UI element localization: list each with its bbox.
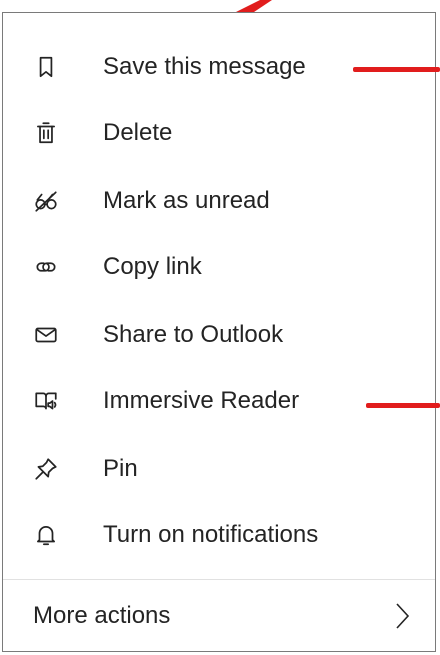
more-actions-label: More actions [33,602,171,629]
glasses-unread-icon [31,186,61,216]
menu-item-immersive-reader[interactable]: Immersive Reader [3,369,435,433]
menu-item-delete[interactable]: Delete [3,101,435,165]
menu-item-label: Immersive Reader [103,387,300,414]
context-menu: Save this message Delete Mark as unread … [2,12,436,652]
menu-item-label: Copy link [103,253,202,280]
trash-icon [31,118,61,148]
bell-icon [31,520,61,550]
menu-item-label: Turn on notifications [103,521,319,548]
menu-item-label: Save this message [103,53,306,80]
menu-item-label: Mark as unread [103,187,270,214]
more-actions-button[interactable]: More actions [3,580,435,652]
menu-item-label: Share to Outlook [103,321,284,348]
menu-item-turn-on-notifications[interactable]: Turn on notifications [3,503,435,567]
pin-icon [31,454,61,484]
immersive-reader-icon [31,386,61,416]
chevron-right-icon [391,601,413,631]
mail-icon [31,320,61,350]
annotation-line-save [353,67,440,72]
menu-item-pin[interactable]: Pin [3,437,435,501]
menu-item-share-outlook[interactable]: Share to Outlook [3,303,435,367]
menu-item-label: Delete [103,119,173,146]
menu-item-mark-unread[interactable]: Mark as unread [3,169,435,233]
annotation-line-immersive-reader [366,403,440,408]
bookmark-icon [31,52,61,82]
link-icon [31,252,61,282]
menu-item-label: Pin [103,455,138,482]
menu-item-copy-link[interactable]: Copy link [3,235,435,299]
